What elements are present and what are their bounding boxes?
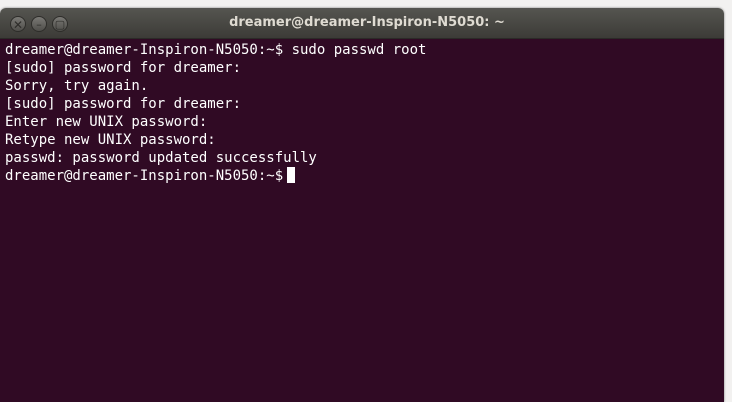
terminal-window[interactable]: ✕ – ▢ dreamer@dreamer-Inspiron-N5050: ~ … (0, 8, 724, 402)
terminal-prompt: dreamer@dreamer-Inspiron-N5050:~$ (5, 168, 284, 184)
terminal-line: passwd: password updated successfully (5, 150, 317, 166)
terminal-line: Sorry, try again. (5, 78, 149, 94)
terminal-output[interactable]: dreamer@dreamer-Inspiron-N5050:~$ sudo p… (0, 39, 724, 402)
terminal-line: [sudo] password for dreamer: (5, 96, 242, 112)
text-cursor (287, 167, 296, 183)
terminal-prompt-line[interactable]: dreamer@dreamer-Inspiron-N5050:~$ (5, 167, 724, 185)
title-bar[interactable]: ✕ – ▢ dreamer@dreamer-Inspiron-N5050: ~ (0, 8, 724, 39)
window-title: dreamer@dreamer-Inspiron-N5050: ~ (229, 15, 505, 30)
terminal-line: Retype new UNIX password: (5, 132, 216, 148)
terminal-line: dreamer@dreamer-Inspiron-N5050:~$ sudo p… (5, 42, 427, 58)
terminal-line: [sudo] password for dreamer: (5, 60, 242, 76)
terminal-line: Enter new UNIX password: (5, 114, 208, 130)
